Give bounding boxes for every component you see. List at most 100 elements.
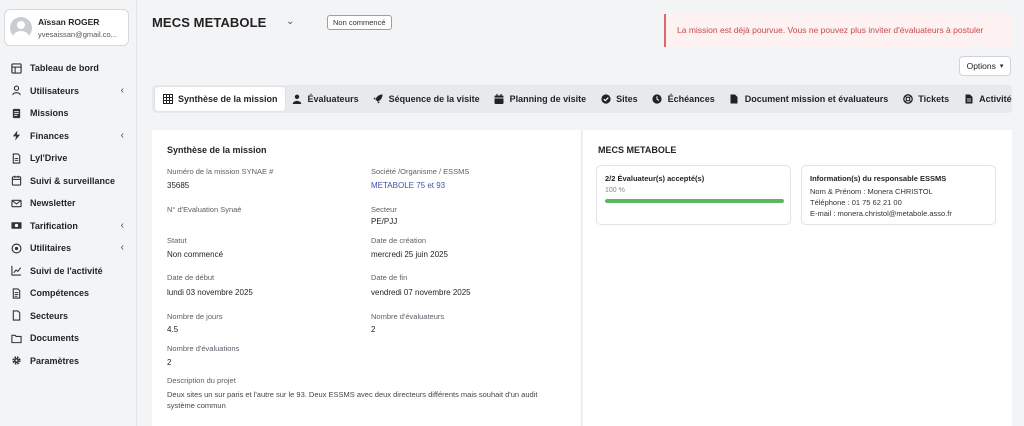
alert-text: La mission est déjà pourvue. Vous ne pou… bbox=[677, 25, 984, 35]
tab-label: Séquence de la visite bbox=[388, 94, 480, 104]
sidebar-item-label: Suivi & surveillance bbox=[30, 175, 116, 186]
evaluators-accepted: 2/2 Évaluateur(s) accepté(s) bbox=[605, 174, 705, 183]
page-title: MECS METABOLE bbox=[152, 15, 267, 30]
end-date: vendredi 07 novembre 2025 bbox=[371, 288, 471, 297]
project-description: Deux sites un sur paris et l'autre sur l… bbox=[167, 390, 538, 410]
status-value: Non commencé bbox=[167, 250, 224, 259]
tab-evaluateurs[interactable]: Évaluateurs bbox=[285, 87, 366, 111]
sidebar-item-utilitaires[interactable]: Utilitaires ‹ bbox=[0, 237, 137, 260]
tab-synthese[interactable]: Synthèse de la mission bbox=[155, 87, 285, 111]
field-label: Nombre de jours bbox=[167, 312, 223, 321]
responsible-card: Information(s) du responsable ESSMS Nom … bbox=[801, 165, 996, 225]
field-label: Numéro de la mission SYNAE # bbox=[167, 167, 274, 176]
user-icon bbox=[292, 94, 303, 105]
evaluations-count: 2 bbox=[167, 358, 172, 367]
sidebar-item-tarification[interactable]: Tarification ‹ bbox=[0, 215, 137, 238]
table-icon bbox=[162, 94, 173, 105]
sidebar-item-utilisateurs[interactable]: Utilisateurs ‹ bbox=[0, 80, 137, 103]
organisation-link[interactable]: METABOLE 75 et 93 bbox=[371, 181, 445, 190]
calendar-icon bbox=[494, 94, 505, 105]
support-icon bbox=[902, 94, 913, 105]
options-label: Options bbox=[966, 61, 996, 71]
field-label: Société /Organisme / ESSMS bbox=[371, 167, 470, 176]
field-label: Nombre d'évaluateurs bbox=[371, 312, 445, 321]
sidebar-item-label: Finances bbox=[30, 130, 70, 141]
sector-value: PE/PJJ bbox=[371, 217, 398, 226]
tab-label: Activité bbox=[979, 94, 1012, 104]
tab-label: Document mission et évaluateurs bbox=[744, 94, 889, 104]
sidebar-item-label: Missions bbox=[30, 108, 69, 119]
gear-icon bbox=[10, 354, 23, 367]
tab-label: Tickets bbox=[918, 94, 950, 104]
creation-date: mercredi 25 juin 2025 bbox=[371, 250, 448, 259]
sidebar-item-label: Tarification bbox=[30, 220, 78, 231]
tab-planning-visite[interactable]: Planning de visite bbox=[487, 87, 594, 111]
tab-sequence-visite[interactable]: Séquence de la visite bbox=[366, 87, 487, 111]
mission-details-panel: MECS METABOLE 2/2 Évaluateur(s) accepté(… bbox=[583, 130, 1012, 426]
start-date: lundi 03 novembre 2025 bbox=[167, 288, 253, 297]
tab-label: Synthèse de la mission bbox=[178, 94, 278, 104]
options-dropdown-button[interactable]: Options ▾ bbox=[959, 56, 1011, 76]
sidebar-item-missions[interactable]: Missions bbox=[0, 102, 137, 125]
sidebar-item-label: Newsletter bbox=[30, 198, 76, 209]
responsible-name: Nom & Prénom : Monera CHRISTOL bbox=[810, 187, 933, 196]
tab-document-mission[interactable]: Document mission et évaluateurs bbox=[722, 87, 896, 111]
dashboard-icon bbox=[10, 62, 23, 75]
progress-percent: 100 % bbox=[605, 187, 625, 194]
chart-line-icon bbox=[10, 264, 23, 277]
user-name: Aïssan ROGER bbox=[38, 17, 100, 27]
mission-summary-panel: Synthèse de la mission Numéro de la miss… bbox=[152, 130, 582, 426]
target-icon bbox=[10, 242, 23, 255]
field-label: Secteur bbox=[371, 205, 397, 214]
file-icon bbox=[10, 152, 23, 165]
tab-tickets[interactable]: Tickets bbox=[895, 87, 956, 111]
field-label: Statut bbox=[167, 236, 187, 245]
sidebar-item-label: Compétences bbox=[30, 288, 90, 299]
sidebar-item-label: Suivi de l'activité bbox=[30, 265, 103, 276]
sidebar-item-competences[interactable]: Compétences bbox=[0, 282, 137, 305]
sidebar-item-label: Documents bbox=[30, 333, 80, 344]
responsible-phone: Téléphone : 01 75 62 21 00 bbox=[810, 198, 902, 207]
tab-label: Échéances bbox=[667, 94, 715, 104]
chevron-left-icon: ‹ bbox=[120, 84, 124, 96]
sidebar-item-suivi-activite[interactable]: Suivi de l'activité bbox=[0, 260, 137, 283]
sidebar-item-parametres[interactable]: Paramètres bbox=[0, 350, 137, 373]
sidebar-item-finances[interactable]: Finances ‹ bbox=[0, 125, 137, 148]
status-badge: Non commencé bbox=[327, 15, 392, 30]
sidebar-item-label: Secteurs bbox=[30, 310, 69, 321]
tab-activite[interactable]: Activité bbox=[956, 87, 1019, 111]
field-label: Date de début bbox=[167, 273, 215, 282]
sidebar: Aïssan ROGER yvesaissan@gmail.co... Tabl… bbox=[0, 0, 137, 426]
field-label: Description du projet bbox=[167, 376, 236, 385]
mission-heading: MECS METABOLE bbox=[598, 145, 677, 155]
sidebar-item-secteurs[interactable]: Secteurs bbox=[0, 305, 137, 328]
sidebar-item-newsletter[interactable]: Newsletter bbox=[0, 192, 137, 215]
summary-heading: Synthèse de la mission bbox=[167, 145, 267, 155]
chevron-left-icon: ‹ bbox=[120, 242, 124, 253]
user-card[interactable]: Aïssan ROGER yvesaissan@gmail.co... bbox=[4, 9, 129, 46]
file-icon bbox=[729, 94, 740, 105]
sidebar-item-tableau-de-bord[interactable]: Tableau de bord bbox=[0, 57, 137, 80]
sidebar-item-label: Lyl'Drive bbox=[30, 153, 68, 164]
sidebar-item-documents[interactable]: Documents bbox=[0, 327, 137, 350]
field-label: Date de création bbox=[371, 236, 427, 245]
tab-bar: Synthèse de la mission Évaluateurs Séque… bbox=[152, 85, 1012, 113]
folder-icon bbox=[10, 332, 23, 345]
sidebar-item-lyldrive[interactable]: Lyl'Drive bbox=[0, 147, 137, 170]
sidebar-item-label: Utilisateurs bbox=[30, 85, 80, 96]
chevron-down-icon: ▾ bbox=[999, 63, 1004, 70]
sidebar-item-suivi-surveillance[interactable]: Suivi & surveillance bbox=[0, 170, 137, 193]
bolt-icon bbox=[10, 129, 23, 142]
field-label: N° d'Evaluation Synaé bbox=[167, 205, 242, 214]
tab-echeances[interactable]: Échéances bbox=[645, 87, 722, 111]
user-icon bbox=[10, 84, 23, 97]
sidebar-item-label: Tableau de bord bbox=[30, 63, 99, 74]
tab-sites[interactable]: Sites bbox=[593, 87, 645, 111]
file-lines-icon bbox=[963, 94, 974, 105]
chevron-left-icon: ‹ bbox=[120, 219, 124, 231]
chevron-down-icon[interactable]: ⌄ bbox=[286, 16, 294, 27]
days-count: 4.5 bbox=[167, 325, 179, 334]
avatar bbox=[10, 17, 32, 39]
field-label: Nombre d'évaluations bbox=[167, 344, 240, 353]
sidebar-nav: Tableau de bord Utilisateurs ‹ Missions … bbox=[0, 57, 137, 372]
